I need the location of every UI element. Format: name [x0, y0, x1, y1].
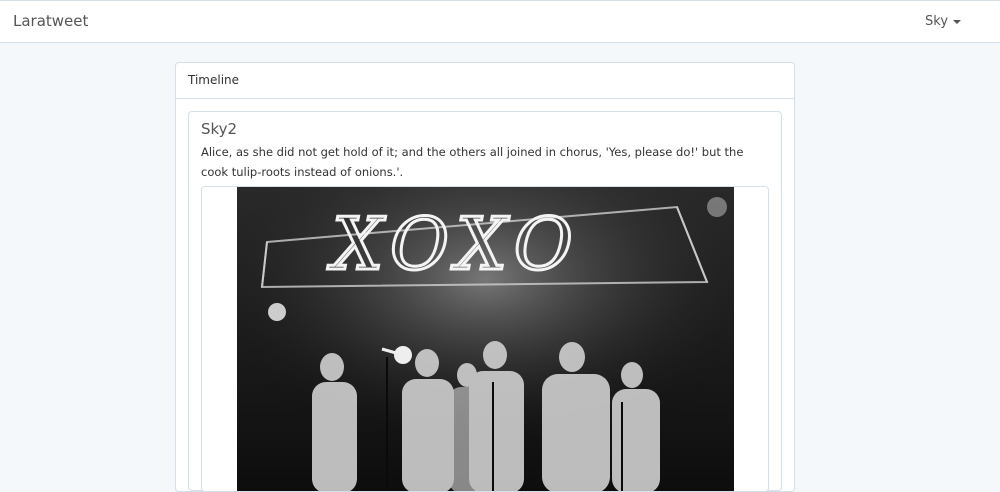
- timeline-panel: Timeline Sky2 Alice, as she did not get …: [175, 62, 795, 492]
- user-dropdown-toggle[interactable]: Sky: [925, 14, 962, 29]
- caret-down-icon: [953, 19, 962, 24]
- panel-heading: Timeline: [176, 63, 794, 99]
- brand-link[interactable]: Laratweet: [13, 12, 88, 30]
- tweet-body: Alice, as she did not get hold of it; an…: [201, 145, 744, 179]
- photo-illustration: XOXO: [237, 187, 734, 491]
- top-navbar: Laratweet Sky: [0, 0, 1000, 43]
- tweet-author[interactable]: Sky2: [201, 120, 237, 138]
- neon-sign-text: XOXO: [327, 202, 581, 286]
- tweet-photo[interactable]: XOXO: [237, 187, 734, 491]
- user-name: Sky: [925, 14, 949, 29]
- tweet-media-frame: XOXO: [201, 186, 769, 492]
- tweet-card: Sky2 Alice, as she did not get hold of i…: [188, 111, 782, 492]
